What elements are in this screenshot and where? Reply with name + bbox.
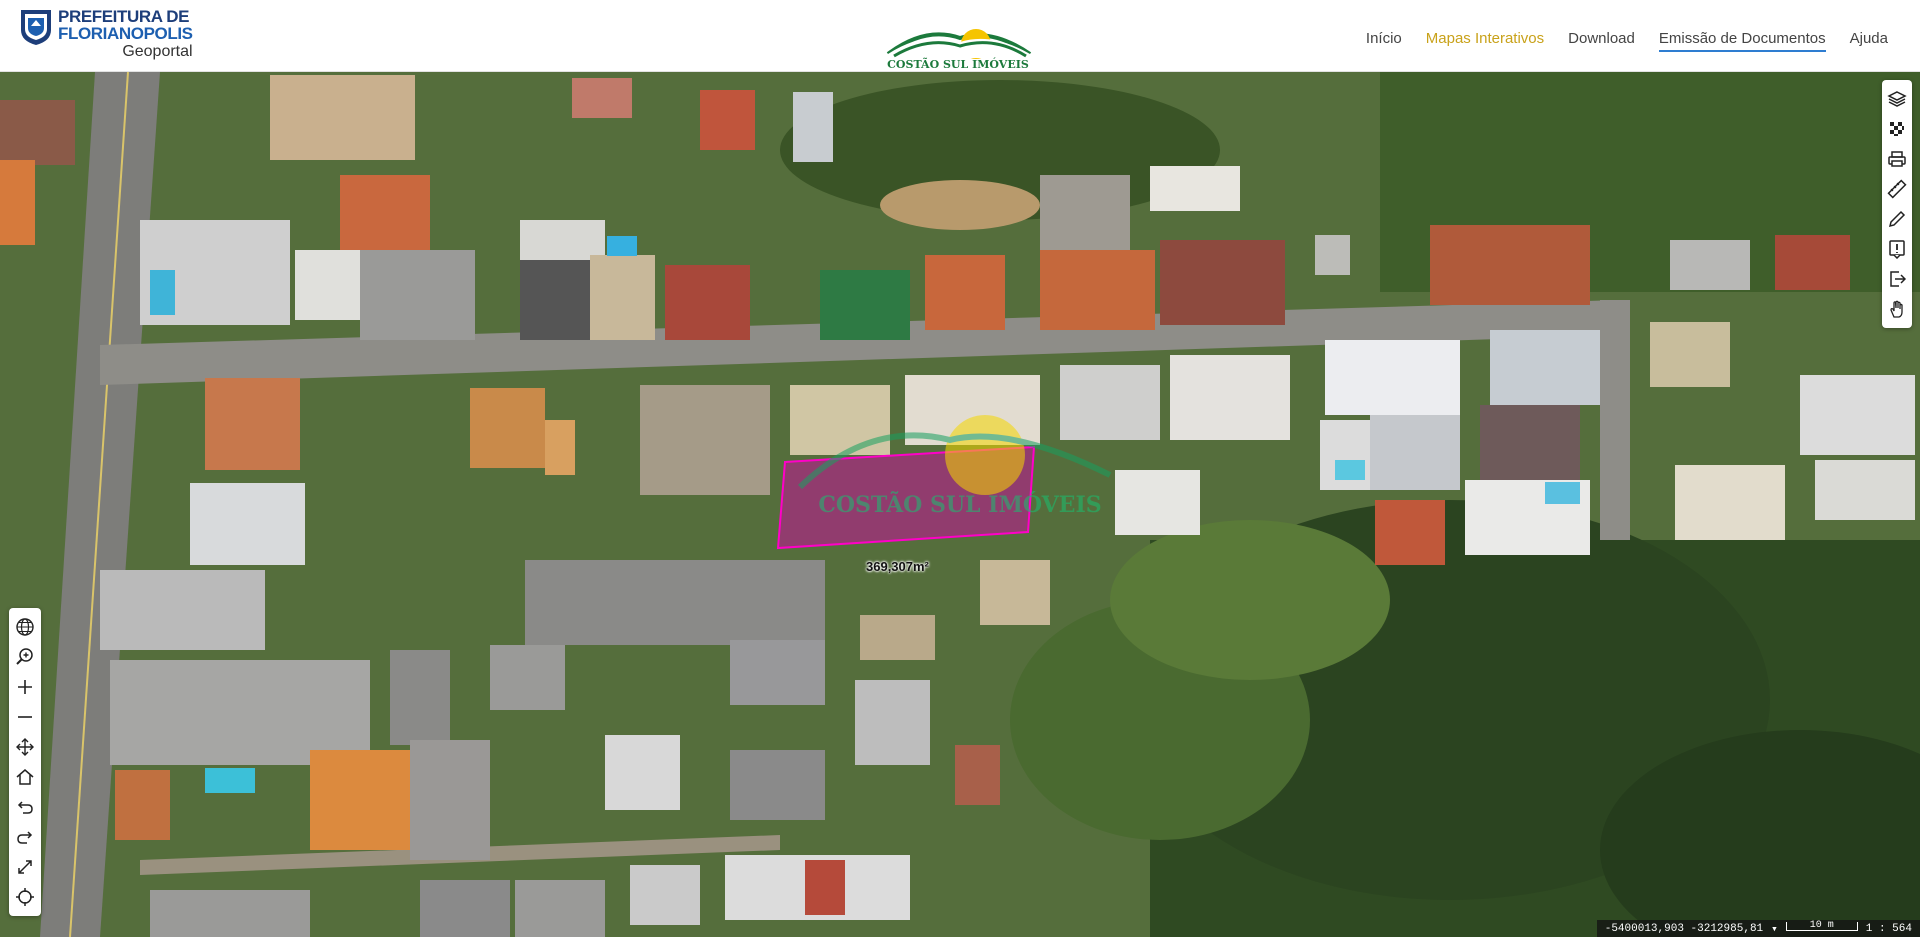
pan-hand-icon[interactable]: [1882, 294, 1912, 324]
reset-icon[interactable]: [9, 882, 41, 912]
header: PREFEITURA DE FLORIANOPOLIS Geoportal CO…: [0, 0, 1920, 72]
satellite-map[interactable]: COSTÃO SUL IMÓVEIS 369,307m²: [0, 72, 1920, 937]
map-toolbar-right: [1882, 80, 1912, 328]
map-status-bar: -5400013,903 -3212985,81 ▾ 10 m 1 : 564: [1596, 920, 1920, 937]
projection-dropdown-icon[interactable]: ▾: [1771, 922, 1778, 936]
measure-icon[interactable]: [1882, 174, 1912, 204]
nav-ajuda[interactable]: Ajuda: [1850, 30, 1888, 52]
zoom-in-icon[interactable]: [9, 672, 41, 702]
coordinates-readout: -5400013,903 -3212985,81: [1604, 922, 1764, 935]
partner-logo: COSTÃO SUL IMÓVEIS: [886, 29, 1032, 70]
scale-ratio: 1 : 564: [1865, 922, 1912, 935]
brand-title-line2: FLORIANOPOLIS: [58, 24, 193, 43]
info-icon[interactable]: [1882, 234, 1912, 264]
map-toolbar-left: [9, 608, 41, 916]
nav-mapas-interativos[interactable]: Mapas Interativos: [1426, 30, 1544, 52]
brand-title-line1: PREFEITURA DE: [58, 7, 190, 26]
nav-download[interactable]: Download: [1568, 30, 1635, 52]
basemap-icon[interactable]: [1882, 114, 1912, 144]
redo-icon[interactable]: [9, 822, 41, 852]
zoom-out-icon[interactable]: [9, 702, 41, 732]
globe-icon[interactable]: [9, 612, 41, 642]
home-icon[interactable]: [9, 762, 41, 792]
main-nav: Início Mapas Interativos Download Emissã…: [1342, 30, 1888, 52]
map-imagery: COSTÃO SUL IMÓVEIS: [0, 72, 1920, 937]
undo-icon[interactable]: [9, 792, 41, 822]
move-icon[interactable]: [9, 732, 41, 762]
print-icon[interactable]: [1882, 144, 1912, 174]
brand-logo[interactable]: PREFEITURA DE FLORIANOPOLIS Geoportal: [19, 8, 193, 60]
partner-logo-text: COSTÃO SUL IMÓVEIS: [887, 57, 1029, 70]
nav-inicio[interactable]: Início: [1366, 30, 1402, 52]
layers-icon[interactable]: [1882, 84, 1912, 114]
share-icon[interactable]: [1882, 264, 1912, 294]
fullscreen-icon[interactable]: [9, 852, 41, 882]
draw-icon[interactable]: [1882, 204, 1912, 234]
area-measure-label: 369,307m²: [866, 559, 929, 574]
scale-bar: 10 m: [1785, 921, 1858, 931]
city-crest-icon: [21, 10, 51, 45]
brand-subtitle: Geoportal: [122, 43, 193, 60]
zoom-search-icon[interactable]: [9, 642, 41, 672]
map-watermark: COSTÃO SUL IMÓVEIS: [818, 491, 1101, 518]
nav-emissao-documentos[interactable]: Emissão de Documentos: [1658, 30, 1826, 52]
